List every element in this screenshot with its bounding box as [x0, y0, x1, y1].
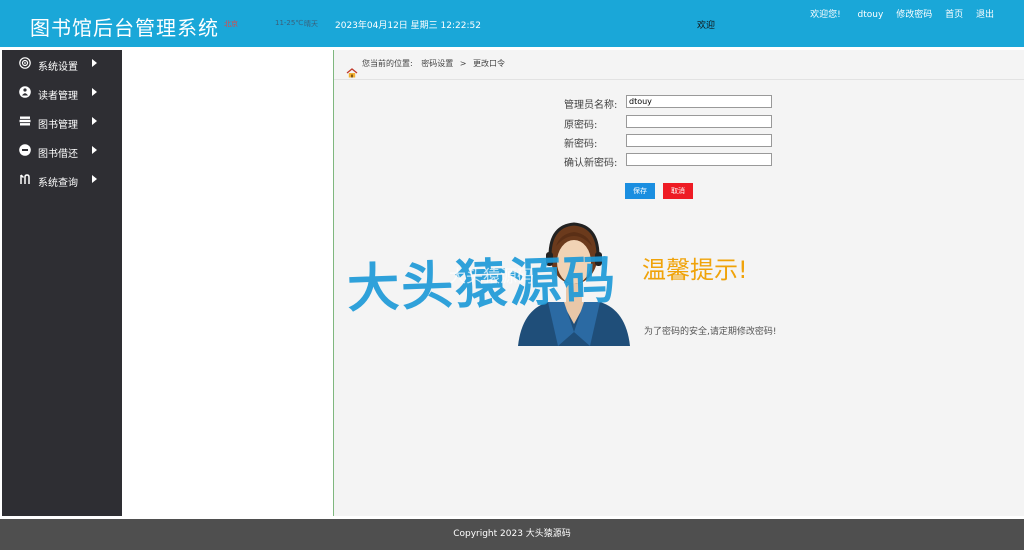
- copyright-text: Copyright 2023 大头猿源码: [453, 529, 571, 539]
- confirm-password-field[interactable]: [626, 153, 772, 166]
- caret-right-icon: [92, 59, 97, 67]
- breadcrumb: 您当前的位置: 密码设置 > 更改口令: [362, 58, 505, 69]
- caret-right-icon: [92, 117, 97, 125]
- top-nav: 欢迎您! dtouy 修改密码 首页 退出: [800, 7, 994, 20]
- new-password-field[interactable]: [626, 134, 772, 147]
- breadcrumb-level2: 更改口令: [473, 59, 506, 68]
- change-password-link[interactable]: 修改密码: [896, 10, 932, 20]
- old-password-field[interactable]: [626, 115, 772, 128]
- app-title: 图书馆后台管理系统: [30, 16, 219, 40]
- sidebar-item-label: 系统设置: [38, 62, 78, 73]
- sidebar-item-system-settings[interactable]: 系统设置: [2, 50, 122, 79]
- caret-right-icon: [92, 175, 97, 183]
- logout-link[interactable]: 退出: [976, 10, 994, 20]
- reader-icon: [19, 86, 31, 98]
- admin-name-label: 管理员名称:: [564, 100, 618, 111]
- weather-temp: 11-25℃: [275, 19, 304, 27]
- query-icon: [19, 173, 31, 185]
- tip-title: 温馨提示!: [642, 256, 748, 284]
- breadcrumb-prefix: 您当前的位置:: [362, 59, 413, 68]
- sidebar-item-book-management[interactable]: 图书管理: [2, 108, 122, 137]
- footer: Copyright 2023 大头猿源码: [0, 519, 1024, 550]
- current-datetime: 2023年04月12日 星期三 12:22:52: [335, 21, 481, 31]
- sidebar: 系统设置 读者管理 图书管理 图书借还 系统查询: [2, 50, 122, 516]
- weather-city: 北京: [224, 20, 238, 28]
- sidebar-item-book-borrow-return[interactable]: 图书借还: [2, 137, 122, 166]
- top-header: 图书馆后台管理系统 北京 11-25℃ 晴天 2023年04月12日 星期三 1…: [0, 0, 1024, 47]
- sidebar-item-label: 系统查询: [38, 178, 78, 189]
- cancel-button[interactable]: 取消: [663, 183, 693, 199]
- caret-right-icon: [92, 146, 97, 154]
- watermark-faint-text: 大头猿源码: [449, 267, 534, 287]
- sidebar-item-label: 读者管理: [38, 91, 78, 102]
- sidebar-item-system-query[interactable]: 系统查询: [2, 166, 122, 195]
- breadcrumb-separator: >: [459, 59, 467, 68]
- tip-text: 为了密码的安全,请定期修改密码!: [644, 327, 777, 337]
- welcome-ticker: 欢迎: [697, 21, 716, 31]
- breadcrumb-divider: [334, 79, 1024, 80]
- sidebar-item-reader-management[interactable]: 读者管理: [2, 79, 122, 108]
- home-link[interactable]: 首页: [945, 10, 963, 20]
- admin-name-field[interactable]: [626, 95, 772, 108]
- books-icon: [19, 115, 31, 127]
- borrow-icon: [19, 144, 31, 156]
- settings-icon: [19, 57, 31, 69]
- caret-right-icon: [92, 88, 97, 96]
- home-icon[interactable]: [346, 68, 358, 78]
- current-username: dtouy: [857, 10, 884, 20]
- welcome-text: 欢迎您!: [810, 10, 841, 20]
- new-password-label: 新密码:: [564, 139, 598, 150]
- old-password-label: 原密码:: [564, 120, 598, 131]
- main-content: 您当前的位置: 密码设置 > 更改口令 管理员名称: 原密码: 新密码: 确认新…: [333, 50, 1024, 516]
- confirm-password-label: 确认新密码:: [564, 158, 618, 169]
- sidebar-item-label: 图书管理: [38, 120, 78, 131]
- save-button[interactable]: 保存: [625, 183, 655, 199]
- weather-desc: 晴天: [304, 20, 318, 28]
- sidebar-item-label: 图书借还: [38, 149, 78, 160]
- breadcrumb-level1[interactable]: 密码设置: [421, 59, 453, 68]
